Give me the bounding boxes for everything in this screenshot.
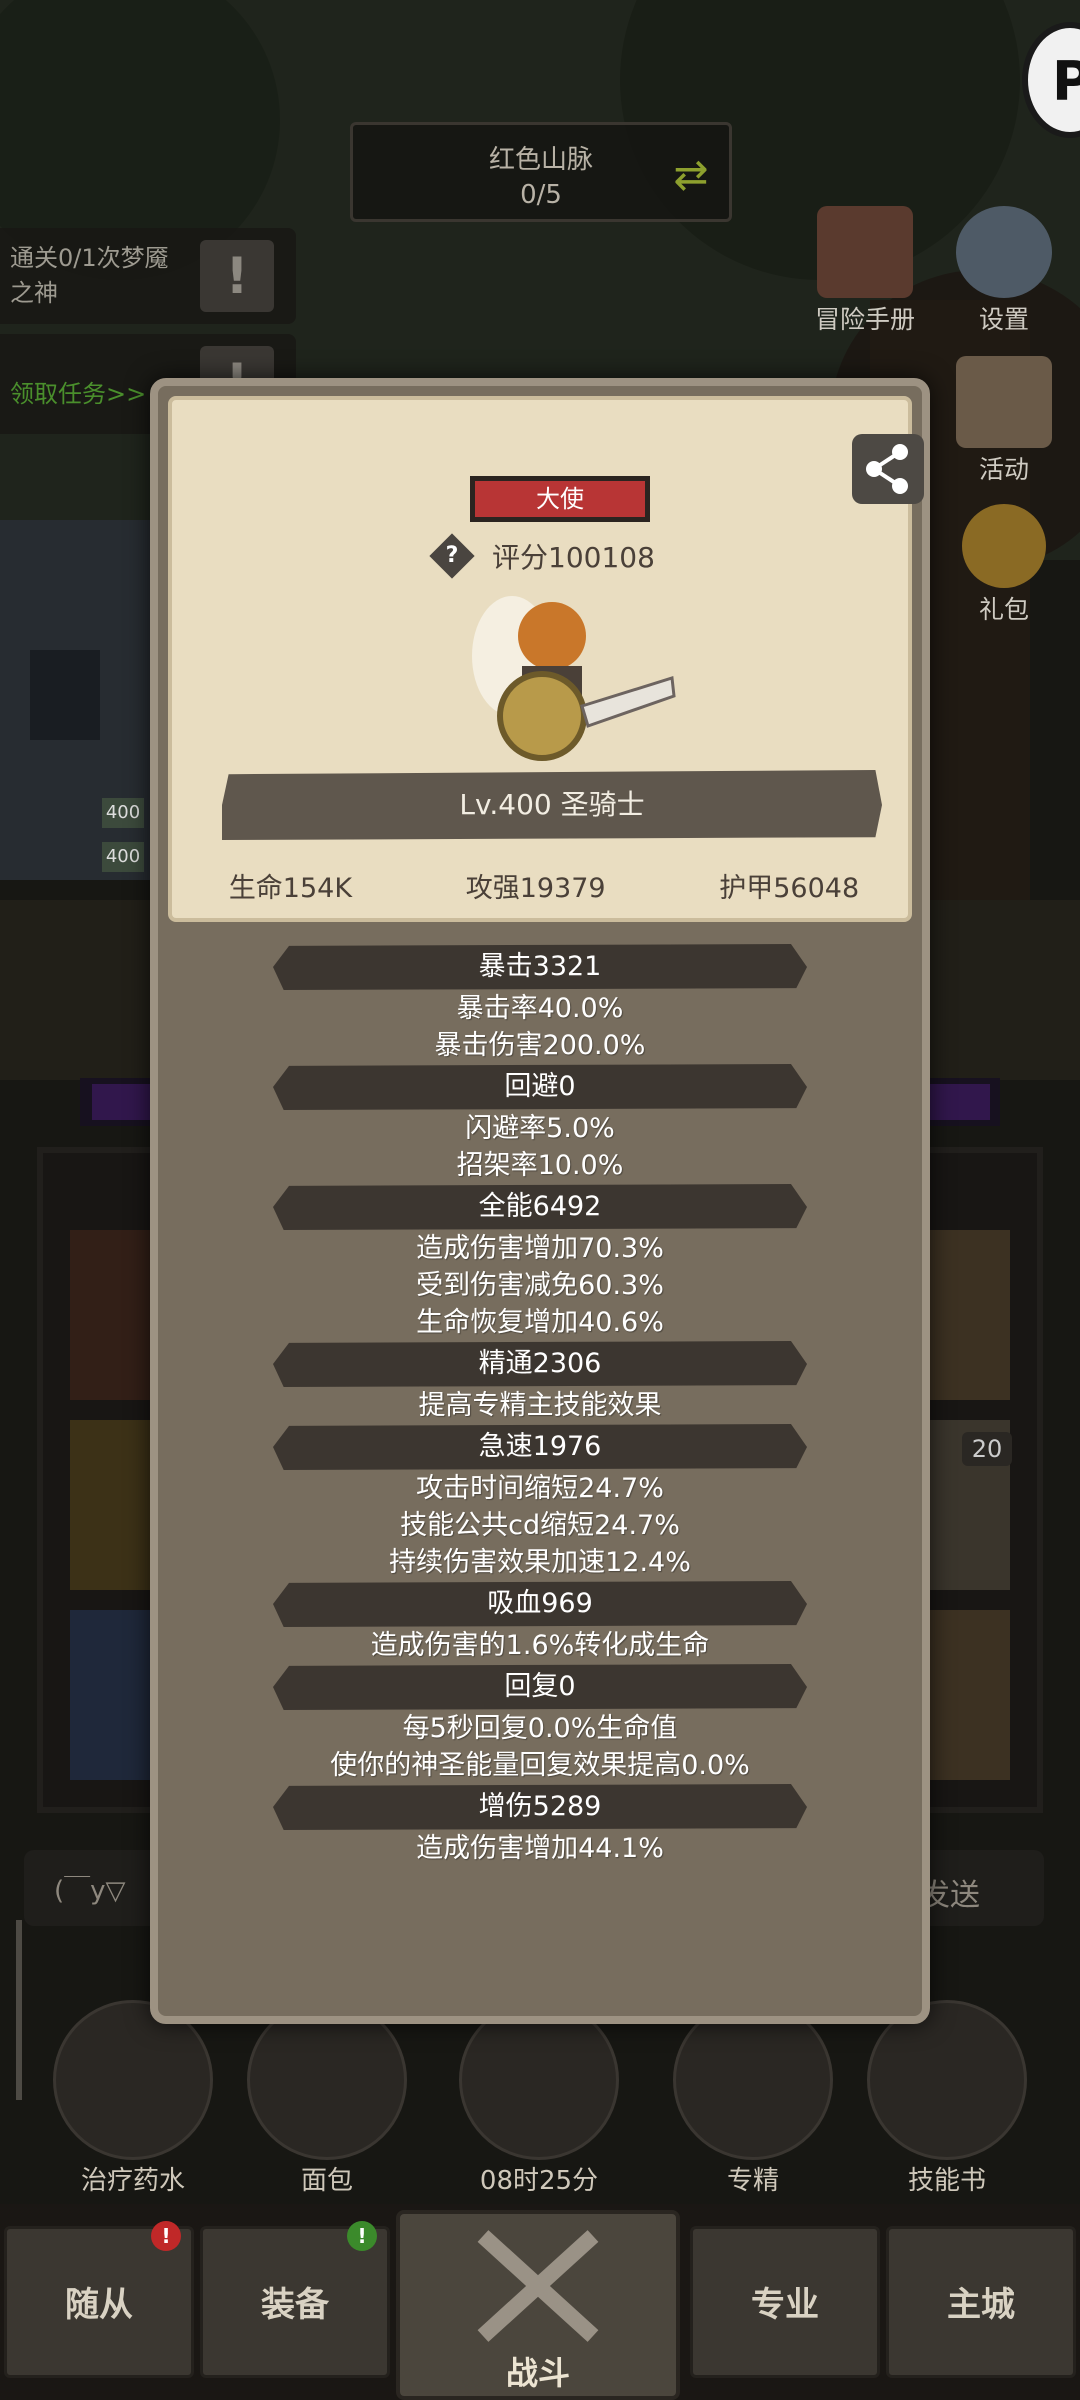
stat-line: 技能公共cd缩短24.7% — [400, 1510, 680, 1541]
gear-icon — [956, 206, 1052, 298]
potion-item[interactable]: 治疗药水 — [38, 2000, 228, 2197]
bottom-item-label: 技能书 — [907, 2166, 986, 2196]
scroll-icon — [956, 356, 1052, 448]
share-icon — [866, 444, 908, 494]
stat-header: 全能6492 — [273, 1184, 807, 1230]
swap-icon — [673, 2000, 833, 2160]
side-button-label: 礼包 — [978, 595, 1029, 624]
score-value: 评分100108 — [492, 541, 655, 574]
stat-group-avoidance: 回避0 闪避率5.0% 招架率10.0% — [158, 1064, 922, 1184]
alert-badge-icon: ! — [347, 2221, 377, 2251]
stat-line: 闪避率5.0% — [465, 1113, 615, 1144]
help-icon[interactable]: ? — [429, 533, 475, 579]
swap-icon[interactable]: ⇄ — [665, 151, 717, 199]
stat-header: 精通2306 — [273, 1341, 807, 1387]
chest-timer: 08时25分 — [479, 2166, 599, 2196]
stat-line: 受到伤害减免60.3% — [416, 1270, 664, 1301]
tab-main-city[interactable]: 主城 — [886, 2226, 1076, 2378]
crossed-swords-icon — [477, 2230, 599, 2342]
stat-line: 造成伤害增加44.1% — [416, 1833, 664, 1864]
adventure-book-button[interactable]: 冒险手册 — [800, 206, 930, 336]
hp-stat: 生命154K — [228, 873, 353, 904]
core-stats-row: 生命154K 攻强19379 护甲56048 — [172, 866, 916, 905]
stat-line: 攻击时间缩短24.7% — [416, 1473, 664, 1504]
stat-group-mastery: 精通2306 提高专精主技能效果 — [158, 1341, 922, 1424]
character-card: 大使 ? 评分100108 Lv.400 圣骑士 生命154K 攻强19379 … — [168, 396, 924, 922]
stat-group-lifesteal: 吸血969 造成伤害的1.6%转化成生命 — [158, 1581, 922, 1664]
exclamation-icon: ! — [200, 240, 274, 312]
share-button[interactable] — [852, 434, 924, 504]
stat-group-crit: 暴击3321 暴击率40.0% 暴击伤害200.0% — [158, 944, 922, 1064]
unit-level-tag: 400 — [102, 842, 144, 872]
character-stats-modal: 大使 ? 评分100108 Lv.400 圣骑士 生命154K 攻强19379 … — [150, 378, 930, 2024]
stat-header: 增伤5289 — [273, 1784, 807, 1830]
stat-line: 暴击率40.0% — [456, 993, 624, 1024]
stat-line: 提高专精主技能效果 — [418, 1390, 662, 1421]
book-icon — [817, 206, 913, 298]
bottom-item-label: 治疗药水 — [80, 2166, 185, 2196]
unit-level-tag: 400 — [102, 798, 144, 828]
level-class-bar: Lv.400 圣骑士 — [222, 770, 882, 840]
tab-label: 专业 — [751, 2285, 819, 2325]
stat-header: 吸血969 — [273, 1581, 807, 1627]
potion-icon — [53, 2000, 213, 2160]
bread-item[interactable]: 面包 — [232, 2000, 422, 2197]
slot-count-badge: 20 — [962, 1432, 1012, 1466]
tab-equipment[interactable]: 装备 ! — [200, 2221, 390, 2378]
side-button-label: 冒险手册 — [814, 305, 915, 334]
events-button[interactable]: 活动 — [948, 356, 1060, 486]
stat-line: 生命恢复增加40.6% — [416, 1307, 664, 1338]
gift-pack-button[interactable]: 礼包 — [948, 504, 1060, 626]
stat-header: 回避0 — [273, 1064, 807, 1110]
stat-line: 持续伤害效果加速12.4% — [389, 1547, 691, 1578]
coin-icon — [962, 504, 1046, 588]
chest-icon — [459, 2000, 619, 2160]
alert-badge-icon: ! — [151, 2221, 181, 2251]
tab-profession[interactable]: 专业 — [690, 2226, 880, 2378]
stat-line: 招架率10.0% — [456, 1150, 624, 1181]
tab-label: 主城 — [947, 2285, 1015, 2325]
side-button-label: 设置 — [978, 305, 1029, 334]
tab-label: 战斗 — [505, 2354, 570, 2392]
attack-power-stat: 攻强19379 — [465, 873, 606, 904]
specialization-item[interactable]: 专精 — [658, 2000, 848, 2197]
stat-line: 暴击伤害200.0% — [434, 1030, 646, 1061]
bottom-item-label: 专精 — [726, 2166, 779, 2196]
skill-book-icon — [867, 2000, 1027, 2160]
stat-group-regen: 回复0 每5秒回复0.0%生命值 使你的神圣能量回复效果提高0.0% — [158, 1664, 922, 1784]
stat-header: 暴击3321 — [273, 944, 807, 990]
stat-line: 造成伤害的1.6%转化成生命 — [370, 1630, 710, 1661]
profile-glyph-icon: P — [1052, 50, 1080, 113]
armor-stat: 护甲56048 — [719, 873, 860, 904]
chat-input[interactable]: (￣y▽ — [54, 1870, 126, 1907]
tab-label: 装备 — [261, 2285, 329, 2325]
stat-group-damage-bonus: 增伤5289 造成伤害增加44.1% — [158, 1784, 922, 1867]
rank-badge: 大使 — [470, 476, 650, 522]
tab-followers[interactable]: 随从 ! — [4, 2221, 194, 2378]
bread-icon — [247, 2000, 407, 2160]
skill-book-item[interactable]: 技能书 — [852, 2000, 1042, 2197]
quest-tracker-item[interactable]: 通关0/1次梦魇之神 ! — [0, 228, 296, 324]
stat-line: 使你的神圣能量回复效果提高0.0% — [330, 1750, 750, 1781]
score-row: ? 评分100108 — [429, 533, 655, 579]
stat-group-versatility: 全能6492 造成伤害增加70.3% 受到伤害减免60.3% 生命恢复增加40.… — [158, 1184, 922, 1341]
secondary-stats-list: 暴击3321 暴击率40.0% 暴击伤害200.0% 回避0 闪避率5.0% 招… — [158, 944, 922, 1867]
stat-header: 急速1976 — [273, 1424, 807, 1470]
stat-header: 回复0 — [273, 1664, 807, 1710]
region-selector[interactable]: 红色山脉 0/5 ⇄ — [350, 122, 732, 222]
stat-line: 造成伤害增加70.3% — [416, 1233, 664, 1264]
chest-item[interactable]: 08时25分 — [444, 2000, 634, 2197]
quest-text: 通关0/1次梦魇之神 — [10, 244, 169, 307]
side-button-label: 活动 — [978, 455, 1029, 484]
paladin-character-portrait — [472, 596, 676, 761]
tab-label: 随从 — [65, 2285, 133, 2325]
stat-line: 每5秒回复0.0%生命值 — [402, 1713, 678, 1744]
tab-battle[interactable]: 战斗 — [396, 2210, 680, 2400]
settings-button[interactable]: 设置 — [948, 206, 1060, 336]
stat-group-haste: 急速1976 攻击时间缩短24.7% 技能公共cd缩短24.7% 持续伤害效果加… — [158, 1424, 922, 1581]
bottom-item-label: 面包 — [300, 2166, 353, 2196]
